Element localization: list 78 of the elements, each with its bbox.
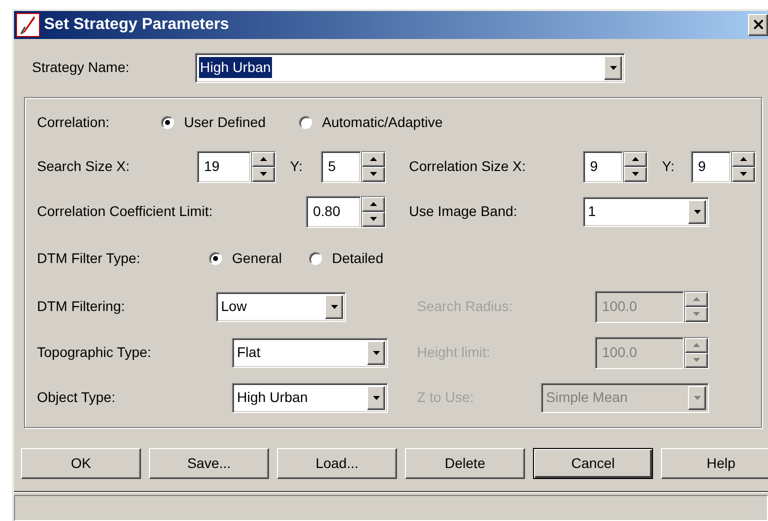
caret-icon (610, 66, 616, 70)
number-field[interactable]: 9 (691, 150, 731, 183)
caret-icon (372, 396, 380, 400)
dialog-button[interactable]: OK (21, 448, 141, 480)
up-arrow-icon (740, 157, 747, 162)
down-arrow-icon (693, 312, 700, 316)
up-arrow-icon (370, 157, 377, 162)
number-field[interactable]: 5 (321, 150, 361, 183)
dropdown-field: Simple Mean (541, 382, 709, 413)
close-icon (754, 20, 762, 30)
down-arrow-icon (370, 172, 377, 176)
window-title: Set Strategy Parameters (44, 14, 229, 35)
up-arrow-icon (693, 343, 700, 348)
close-button[interactable] (748, 14, 768, 36)
number-field: 100.0 (595, 290, 684, 323)
app-icon (16, 12, 40, 37)
radio-button[interactable] (209, 252, 222, 266)
dialog-button[interactable]: Cancel (533, 448, 653, 480)
up-arrow-icon (693, 297, 700, 302)
down-arrow-icon (740, 172, 747, 176)
field-label: Use Image Band: (409, 202, 518, 222)
field-label: Strategy Name: (32, 58, 130, 78)
dialog-button[interactable]: Help (661, 448, 768, 480)
caret-icon (694, 210, 700, 214)
field-label: Y: (661, 157, 676, 176)
up-arrow-icon (632, 157, 639, 162)
spin-down-button[interactable] (362, 212, 385, 227)
field-label: DTM Filtering: (37, 297, 126, 316)
radio-label: Automatic/Adaptive (322, 113, 443, 132)
spin-down-button[interactable] (252, 166, 275, 182)
spin-up-button[interactable] (252, 152, 275, 167)
spin-up-button[interactable] (732, 152, 755, 167)
field-label: Object Type: (37, 388, 116, 408)
field-label: Y: (289, 157, 304, 176)
caret-icon (372, 350, 380, 355)
radio-button[interactable] (161, 116, 174, 130)
caret-icon (330, 304, 338, 309)
number-field[interactable]: 19 (197, 150, 251, 183)
down-arrow-icon (632, 172, 639, 176)
radio-label: General (232, 249, 282, 268)
field-label: Search Size X: (37, 157, 131, 176)
dropdown-field[interactable]: High Urban (195, 52, 625, 83)
spin-up-button[interactable] (624, 152, 647, 167)
radio-button[interactable] (299, 116, 312, 130)
spin-down-button[interactable] (624, 166, 647, 182)
number-field[interactable]: 0.80 (306, 196, 361, 228)
spin-up-button[interactable] (362, 152, 385, 167)
dropdown-field[interactable]: High Urban (232, 382, 388, 413)
field-label: Correlation: (37, 113, 110, 132)
dropdown-button[interactable] (325, 294, 343, 319)
up-arrow-icon (260, 157, 267, 162)
number-field: 100.0 (595, 336, 684, 369)
dialog-button[interactable]: Delete (405, 448, 525, 480)
spin-down-button[interactable] (362, 166, 385, 182)
spin-up-button[interactable] (362, 196, 385, 212)
dropdown-button[interactable] (367, 386, 385, 410)
down-arrow-icon (693, 358, 700, 362)
down-arrow-icon (260, 172, 267, 176)
spin-down-button[interactable] (732, 166, 755, 182)
up-arrow-icon (370, 202, 377, 206)
dropdown-field[interactable]: 1 (583, 196, 709, 227)
caret-icon (694, 396, 700, 400)
dialog-button[interactable]: Save... (149, 448, 269, 480)
down-arrow-icon (370, 217, 377, 222)
dialog-button[interactable]: Load... (277, 448, 397, 480)
dropdown-button[interactable] (604, 56, 622, 80)
dropdown-field[interactable]: Low (216, 292, 346, 322)
radio-label: User Defined (184, 113, 266, 132)
dropdown-button[interactable] (688, 200, 706, 224)
dropdown-button[interactable] (367, 340, 385, 365)
dropdown-field[interactable]: Flat (232, 338, 388, 368)
radio-button[interactable] (309, 252, 322, 266)
field-label: DTM Filter Type: (37, 249, 142, 268)
field-label: Topographic Type: (37, 343, 152, 362)
field-label: Correlation Size X: (409, 157, 527, 176)
radio-label: Detailed (332, 249, 384, 268)
field-label: Correlation Coefficient Limit: (37, 202, 214, 222)
number-field[interactable]: 9 (583, 150, 623, 183)
